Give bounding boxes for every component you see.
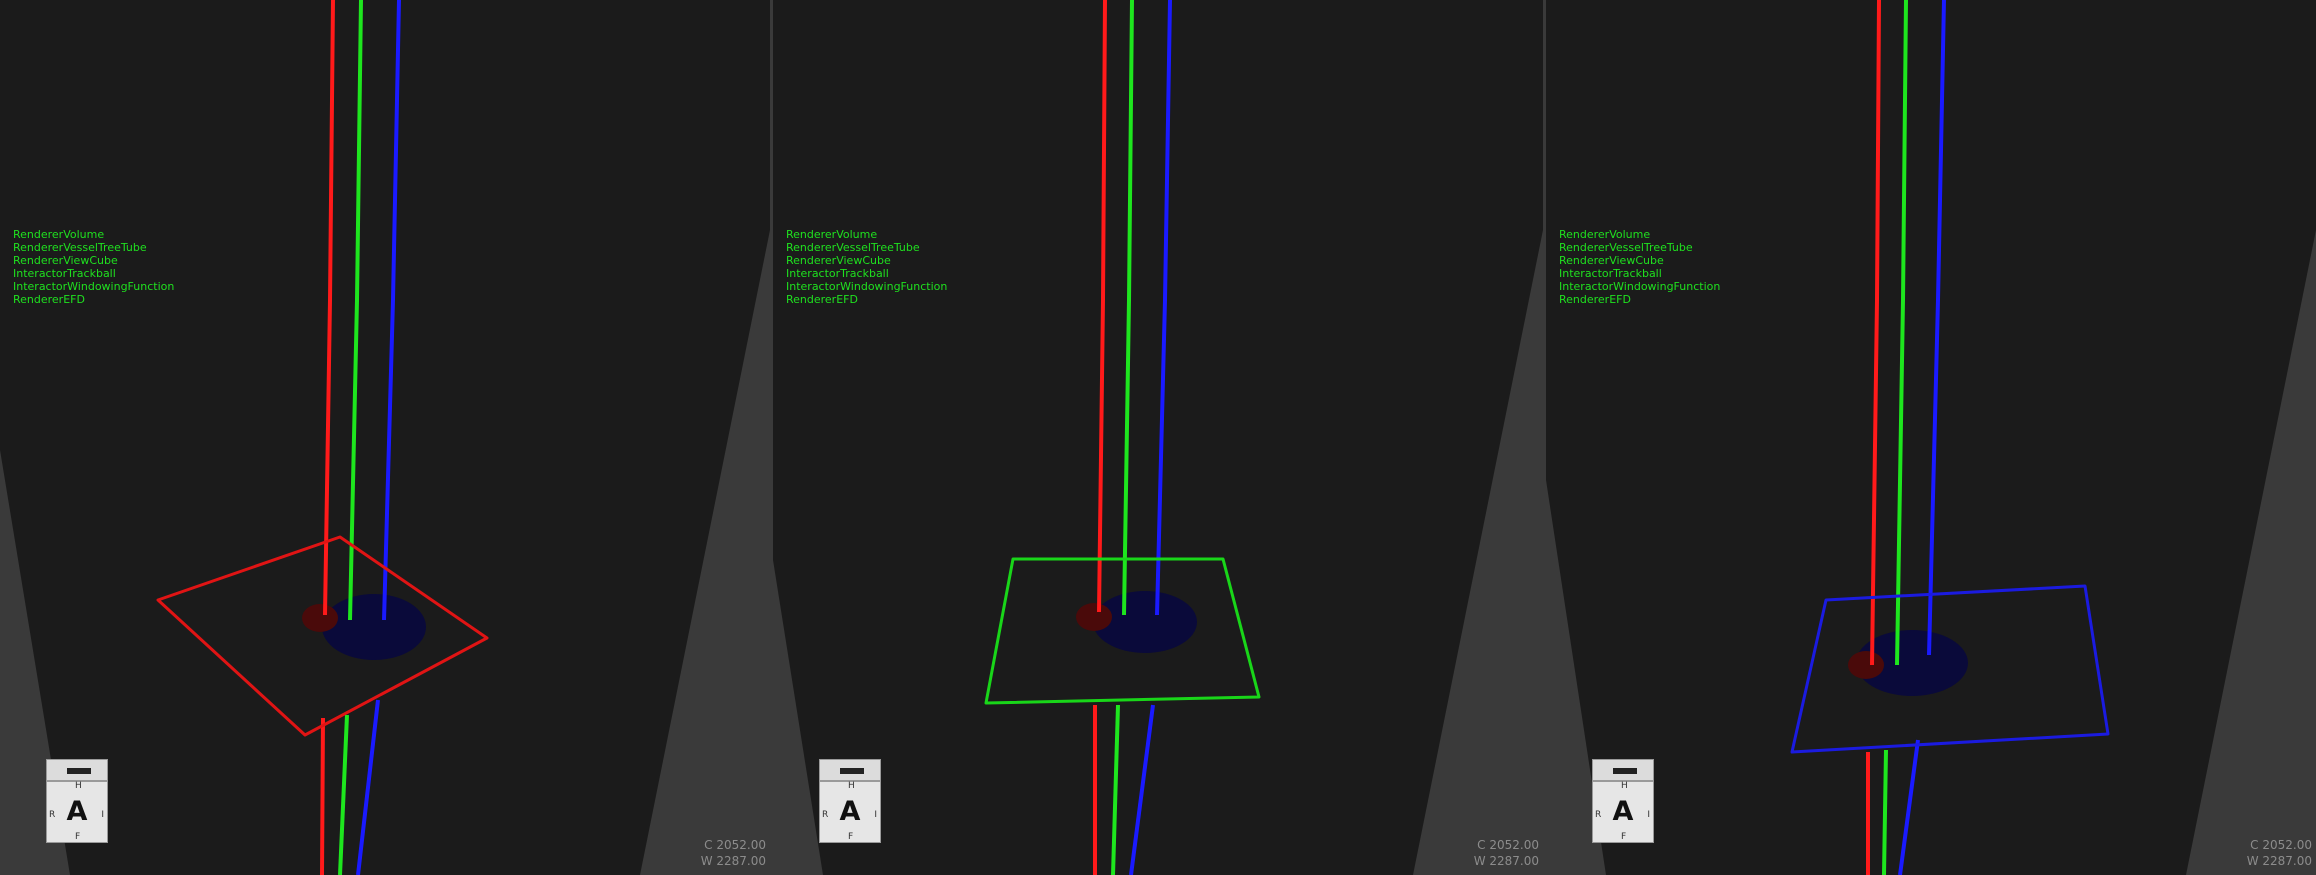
renderer-item: RendererVesselTreeTube xyxy=(1559,241,1693,254)
renderer-item: RendererEFD xyxy=(13,293,85,306)
view-cube-top-marker xyxy=(67,768,91,774)
renderer-item: RendererVesselTreeTube xyxy=(786,241,920,254)
scene-3d-right[interactable] xyxy=(1546,0,2316,875)
vessel-marker xyxy=(1076,603,1112,631)
view-cube-bottom-label: F xyxy=(75,832,81,842)
view-cube-top-marker xyxy=(840,768,864,774)
view-cube[interactable]: H A R I F xyxy=(44,759,112,845)
window-center-label: C 2052.00 xyxy=(704,838,766,852)
view-cube-top-label: H xyxy=(1621,781,1628,791)
view-cube-right-label: I xyxy=(1647,810,1650,820)
view-cube[interactable]: H A R I F xyxy=(817,759,885,845)
view-cube-right-label: I xyxy=(101,810,104,820)
viewport-right[interactable]: RendererVolume RendererVesselTreeTube Re… xyxy=(1546,0,2316,875)
view-cube-face-letter: A xyxy=(839,796,861,827)
renderer-item: RendererEFD xyxy=(1559,293,1631,306)
axis-red-upper xyxy=(323,0,335,616)
window-width-label: W 2287.00 xyxy=(1473,854,1539,868)
renderer-item: InteractorTrackball xyxy=(1559,267,1662,280)
view-cube-left-label: R xyxy=(822,810,829,820)
axis-green-lower xyxy=(338,714,349,875)
view-cube-front-face[interactable]: H A R I F xyxy=(1592,781,1654,843)
axis-green-upper xyxy=(1895,0,1908,666)
view-cube-top-face[interactable] xyxy=(46,759,108,781)
renderer-item: InteractorTrackball xyxy=(13,267,116,280)
axis-blue-lower xyxy=(1129,704,1155,875)
axis-blue-upper xyxy=(1155,0,1172,616)
renderer-list: RendererVolume RendererVesselTreeTube Re… xyxy=(786,228,947,306)
volume-edge-right xyxy=(640,230,770,875)
view-cube-top-face[interactable] xyxy=(819,759,881,781)
viewport-left[interactable]: RendererVolume RendererVesselTreeTube Re… xyxy=(0,0,770,875)
axis-green-upper xyxy=(1122,0,1134,616)
vessel-marker xyxy=(302,604,338,632)
view-cube-top-marker xyxy=(1613,768,1637,774)
renderer-item: RendererVesselTreeTube xyxy=(13,241,147,254)
window-level-readout: C 2052.00 W 2287.00 xyxy=(1474,837,1539,869)
renderer-item: InteractorWindowingFunction xyxy=(1559,280,1721,293)
vessel-cross-section xyxy=(322,594,426,660)
renderer-list: RendererVolume RendererVesselTreeTube Re… xyxy=(13,228,174,306)
scene-3d-middle[interactable] xyxy=(773,0,1543,875)
renderer-item: InteractorTrackball xyxy=(786,267,889,280)
axis-red-upper xyxy=(1097,0,1107,613)
renderer-item: RendererVolume xyxy=(13,228,105,241)
axis-blue-upper xyxy=(1927,0,1946,656)
window-width-label: W 2287.00 xyxy=(700,854,766,868)
view-cube-bottom-label: F xyxy=(848,832,854,842)
view-cube-face-letter: A xyxy=(66,796,88,827)
volume-edge-right xyxy=(2186,230,2316,875)
renderer-item: InteractorWindowingFunction xyxy=(13,280,175,293)
view-cube[interactable]: H A R I F xyxy=(1590,759,1658,845)
viewport-middle[interactable]: RendererVolume RendererVesselTreeTube Re… xyxy=(773,0,1543,875)
renderer-item: RendererViewCube xyxy=(13,254,118,267)
slice-plane-red[interactable] xyxy=(156,535,489,737)
renderer-item: RendererEFD xyxy=(786,293,858,306)
axis-green-lower xyxy=(1111,704,1120,875)
axis-blue-upper xyxy=(382,0,401,621)
view-cube-bottom-label: F xyxy=(1621,832,1627,842)
window-level-readout: C 2052.00 W 2287.00 xyxy=(2247,837,2312,869)
window-level-readout: C 2052.00 W 2287.00 xyxy=(701,837,766,869)
axis-green-upper xyxy=(348,0,363,621)
renderer-item: RendererVolume xyxy=(786,228,878,241)
axis-red-upper xyxy=(1870,0,1881,666)
view-cube-front-face[interactable]: H A R I F xyxy=(819,781,881,843)
view-cube-left-label: R xyxy=(1595,810,1602,820)
window-center-label: C 2052.00 xyxy=(1477,838,1539,852)
renderer-item: RendererViewCube xyxy=(786,254,891,267)
renderer-item: InteractorWindowingFunction xyxy=(786,280,948,293)
renderer-item: RendererVolume xyxy=(1559,228,1651,241)
view-cube-top-label: H xyxy=(75,781,82,791)
window-center-label: C 2052.00 xyxy=(2250,838,2312,852)
scene-3d-left[interactable] xyxy=(0,0,770,875)
window-width-label: W 2287.00 xyxy=(2246,854,2312,868)
view-cube-left-label: R xyxy=(49,810,56,820)
view-cube-front-face[interactable]: H A R I F xyxy=(46,781,108,843)
axis-red-lower xyxy=(320,717,325,875)
view-cube-right-label: I xyxy=(874,810,877,820)
view-cube-top-label: H xyxy=(848,781,855,791)
axis-blue-lower xyxy=(1898,739,1920,875)
renderer-list: RendererVolume RendererVesselTreeTube Re… xyxy=(1559,228,1720,306)
view-cube-face-letter: A xyxy=(1612,796,1634,827)
axis-green-lower xyxy=(1882,749,1888,875)
vessel-marker xyxy=(1848,651,1884,679)
volume-edge-right xyxy=(1413,230,1543,875)
volume-edge-left xyxy=(773,560,823,875)
renderer-item: RendererViewCube xyxy=(1559,254,1664,267)
axis-blue-lower xyxy=(356,699,380,875)
view-cube-top-face[interactable] xyxy=(1592,759,1654,781)
